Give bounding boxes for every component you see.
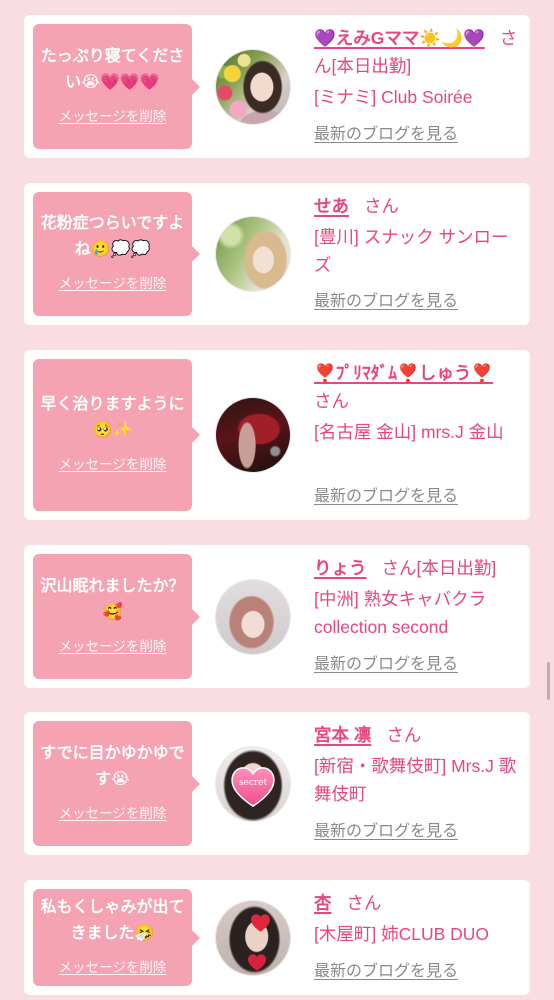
shop-info: [豊川] スナック サンローズ (314, 227, 509, 275)
cast-avatar[interactable] (216, 217, 290, 291)
latest-blog-link[interactable]: 最新のブログを見る (314, 958, 458, 986)
name-line: りょう さん[本日出勤] (314, 554, 521, 582)
name-line: 宮本 凛さん (314, 721, 521, 749)
cast-avatar[interactable]: secret (216, 746, 290, 821)
latest-blog-link[interactable]: 最新のブログを見る (314, 483, 458, 511)
message-bubble: 花粉症つらいですよね🥲💭💭 メッセージを削除 (33, 192, 200, 316)
name-line: 💜えみGママ☀️🌙💜 さん[本日出勤] (314, 24, 521, 80)
shop-info: [中洲] 熟女キャバクラ collection second (314, 589, 487, 637)
honorific-label: さん (381, 558, 417, 578)
cast-avatar[interactable] (216, 579, 290, 654)
cast-name-link[interactable]: 💜えみGママ☀️🌙💜 (314, 28, 485, 48)
shop-info: [新宿・歌舞伎町] Mrs.J 歌舞伎町 (314, 756, 517, 804)
cast-info: 杏さん [木屋町] 姉CLUB DUO 最新のブログを見る (314, 889, 521, 986)
shop-info: [ミナミ] Club Soirée (314, 87, 473, 107)
shop-info: [木屋町] 姉CLUB DUO (314, 924, 490, 944)
delete-message-link[interactable]: メッセージを削除 (59, 801, 167, 827)
cast-info: りょう さん[本日出勤] [中洲] 熟女キャバクラ collection seco… (314, 554, 521, 679)
name-line: 杏さん (314, 889, 521, 917)
message-card: すでに目かゆかゆです😭 メッセージを削除 secret 宮本 凛さん [新宿・歌… (24, 712, 530, 855)
delete-message-link[interactable]: メッセージを削除 (59, 104, 167, 130)
message-list: たっぷり寝てください😭💗💗💗 メッセージを削除 💜えみGママ☀️🌙💜 さん[本日出… (24, 15, 530, 995)
honorific-label: さん (386, 725, 422, 745)
message-card: 私もくしゃみが出てきました🤧 メッセージを削除 杏さん [木屋町] 姉CLUB … (24, 880, 530, 995)
message-card: 沢山眠れましたか？🥰 メッセージを削除 りょう さん[本日出勤] [中洲] 熟女キ… (24, 545, 530, 688)
cast-name-link[interactable]: 宮本 凛 (314, 725, 371, 745)
cast-info: 宮本 凛さん [新宿・歌舞伎町] Mrs.J 歌舞伎町 最新のブログを見る (314, 721, 521, 846)
work-status-label: [本日出勤] (416, 558, 497, 578)
heart-icon (248, 953, 266, 971)
cast-name-link[interactable]: せあ (314, 196, 349, 216)
message-text: すでに目かゆかゆです😭 (40, 744, 185, 788)
message-card: たっぷり寝てください😭💗💗💗 メッセージを削除 💜えみGママ☀️🌙💜 さん[本日出… (24, 15, 530, 158)
name-line: せあ さん (314, 192, 521, 220)
latest-blog-link[interactable]: 最新のブログを見る (314, 288, 458, 316)
message-bubble: 早く治りますように🥺✨ メッセージを削除 (33, 359, 200, 511)
message-card: 花粉症つらいですよね🥲💭💭 メッセージを削除 せあ さん [豊川] スナック サン… (24, 183, 530, 325)
delete-message-link[interactable]: メッセージを削除 (59, 955, 167, 981)
delete-message-link[interactable]: メッセージを削除 (59, 271, 167, 297)
honorific-label: さん (346, 893, 382, 913)
message-bubble: 私もくしゃみが出てきました🤧 メッセージを削除 (33, 889, 200, 986)
cast-info: 💜えみGママ☀️🌙💜 さん[本日出勤] [ミナミ] Club Soirée 最新の… (314, 24, 521, 149)
message-text: 沢山眠れましたか？🥰 (40, 577, 185, 621)
heart-icon (251, 913, 270, 932)
cast-avatar[interactable] (216, 900, 290, 975)
delete-message-link[interactable]: メッセージを削除 (59, 634, 167, 660)
latest-blog-link[interactable]: 最新のブログを見る (314, 651, 458, 679)
secret-heart-sticker: secret (230, 765, 276, 807)
honorific-label: さん (314, 391, 349, 411)
message-text: たっぷり寝てください😭💗💗💗 (40, 47, 185, 91)
name-line: ❣️ﾌﾟﾘﾏﾀﾞﾑ❣️しゅう❣️ さん (314, 359, 521, 415)
cast-name-link[interactable]: りょう (314, 558, 367, 578)
cast-name-link[interactable]: ❣️ﾌﾟﾘﾏﾀﾞﾑ❣️しゅう❣️ (314, 363, 493, 383)
latest-blog-link[interactable]: 最新のブログを見る (314, 818, 458, 846)
message-card: 早く治りますように🥺✨ メッセージを削除 ❣️ﾌﾟﾘﾏﾀﾞﾑ❣️しゅう❣️ さん … (24, 350, 530, 520)
message-text: 私もくしゃみが出てきました🤧 (40, 898, 185, 942)
honorific-label: さん (364, 196, 399, 216)
delete-message-link[interactable]: メッセージを削除 (59, 452, 167, 478)
cast-avatar[interactable] (216, 398, 290, 472)
scroll-indicator[interactable] (547, 662, 550, 700)
cast-info: ❣️ﾌﾟﾘﾏﾀﾞﾑ❣️しゅう❣️ さん [名古屋 金山] mrs.J 金山 最新の… (314, 359, 521, 511)
message-bubble: 沢山眠れましたか？🥰 メッセージを削除 (33, 554, 200, 679)
cast-avatar[interactable] (216, 49, 290, 124)
message-text: 花粉症つらいですよね🥲💭💭 (40, 215, 185, 258)
latest-blog-link[interactable]: 最新のブログを見る (314, 121, 458, 149)
message-bubble: たっぷり寝てください😭💗💗💗 メッセージを削除 (33, 24, 200, 149)
work-status-label: [本日出勤] (331, 56, 412, 76)
message-bubble: すでに目かゆかゆです😭 メッセージを削除 (33, 721, 200, 846)
cast-info: せあ さん [豊川] スナック サンローズ 最新のブログを見る (314, 192, 521, 316)
sticker-text: secret (238, 777, 268, 788)
cast-name-link[interactable]: 杏 (314, 893, 332, 913)
message-text: 早く治りますように🥺✨ (40, 396, 185, 439)
shop-info: [名古屋 金山] mrs.J 金山 (314, 422, 504, 442)
